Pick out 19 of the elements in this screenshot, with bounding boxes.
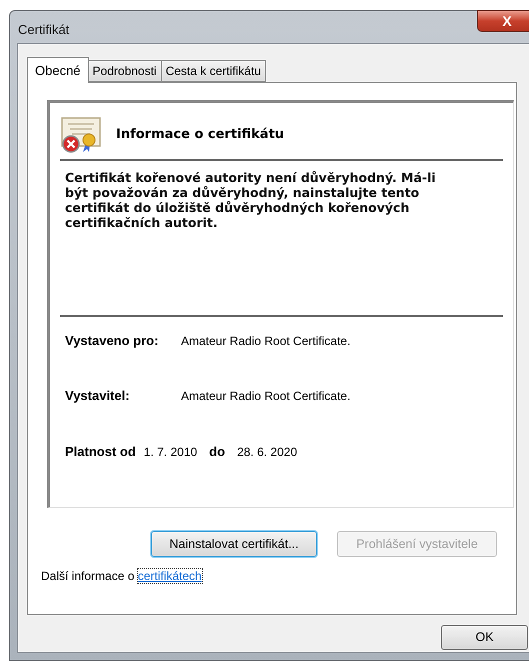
- field-label: Platnost od: [65, 442, 136, 460]
- more-info-text: Další informace o certifikátech: [41, 568, 203, 585]
- tab[interactable]: Obecné: [27, 57, 89, 83]
- info-heading: Informace o certifikátu: [116, 126, 284, 144]
- dialog-button[interactable]: Nainstalovat certifikát...: [151, 531, 317, 557]
- field-label: Vystaveno pro:: [65, 332, 160, 350]
- trust-message: Certifikát kořenové autority není důvěryhodný. Má-li být považován za důvěryhodný, nainstalujte tento certifikát do úložiště důvěryhodných kořenových certifikačních autorit.: [64, 170, 437, 230]
- close-button[interactable]: X: [477, 10, 529, 32]
- field-value: Amateur Radio Root Certificate.: [181, 388, 350, 405]
- field-value: Amateur Radio Root Certificate.: [181, 332, 350, 350]
- window-title: Certifikát: [18, 21, 70, 39]
- field-value: 1. 7. 2010: [144, 444, 198, 460]
- ok-button[interactable]: OK: [441, 625, 528, 650]
- tab[interactable]: Podrobnosti: [88, 60, 162, 82]
- certificates-link[interactable]: certifikátech: [138, 569, 202, 583]
- field-label: Vystavitel:: [65, 387, 131, 405]
- field-value: 28. 6. 2020: [237, 444, 298, 460]
- tab[interactable]: Cesta k certifikátu: [160, 60, 266, 82]
- field-label: do: [209, 442, 226, 460]
